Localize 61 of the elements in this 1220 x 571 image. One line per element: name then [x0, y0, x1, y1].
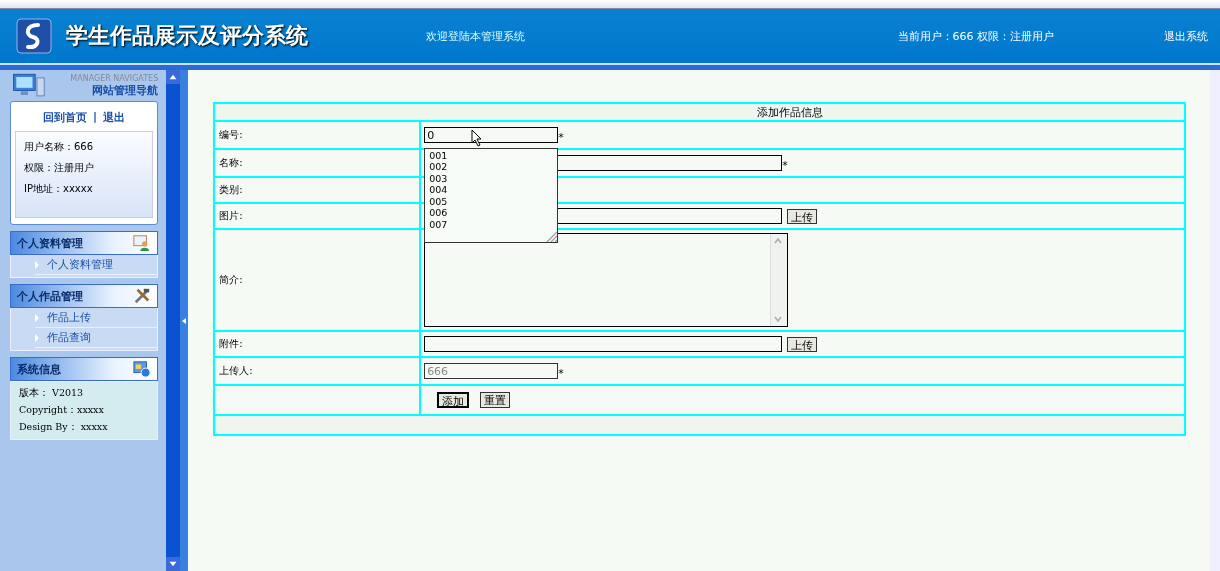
system-info-line: Copyright：xxxxx: [19, 403, 105, 417]
section-title: 个人作品管理: [17, 288, 83, 304]
required-mark: *: [558, 366, 564, 380]
logo-icon: [16, 18, 52, 54]
field-label: 上传人:: [214, 357, 421, 385]
field-label: 附件:: [214, 331, 421, 357]
tools-icon: [133, 287, 152, 305]
mouse-cursor-icon: [471, 128, 484, 147]
field-label: 类别:: [214, 177, 421, 203]
field-label: 图片:: [214, 203, 421, 229]
computer-icon: [10, 71, 46, 100]
autocomplete-option[interactable]: 001: [429, 149, 554, 162]
system-title: 学生作品展示及评分系统: [66, 22, 309, 50]
home-link[interactable]: 回到首页: [43, 110, 88, 125]
sidebar-scrollbar[interactable]: [166, 70, 181, 571]
collapse-arrow-icon[interactable]: [182, 317, 187, 324]
form-cell[interactable]: [420, 177, 1186, 203]
user-info-line: IP地址：xxxxx: [24, 182, 94, 196]
section-header[interactable]: 个人资料管理: [10, 231, 159, 255]
exit-link[interactable]: 退出: [103, 110, 126, 125]
user-info-line: 用户名称：666: [24, 140, 95, 154]
upload-button[interactable]: 上传: [787, 208, 818, 224]
required-mark: *: [558, 130, 564, 144]
autocomplete-option[interactable]: 002: [429, 161, 554, 173]
upload-button[interactable]: 上传: [787, 336, 818, 352]
text-field[interactable]: 0: [424, 127, 559, 143]
link-separator: |: [93, 110, 98, 125]
system-info-line: Design By： xxxxx: [19, 420, 109, 434]
section-header[interactable]: 个人作品管理: [10, 284, 159, 308]
field-label: 简介:: [214, 229, 421, 331]
sidebar-menu-item[interactable]: 作品上传: [35, 308, 158, 328]
autocomplete-option[interactable]: 006: [429, 207, 554, 220]
collapse-bar[interactable]: [180, 70, 189, 571]
user-info-line: 权限：注册用户: [24, 161, 95, 175]
scroll-down-icon[interactable]: [166, 557, 181, 571]
info-window-icon: [133, 360, 152, 378]
page-scrollbar[interactable]: [1210, 70, 1220, 571]
nav-title: 网站管理导航: [92, 82, 159, 98]
form-title: 添加作品信息: [214, 103, 1186, 121]
current-user-text: 当前用户：666 权限：注册用户: [897, 28, 1054, 44]
form-cell[interactable]: [420, 229, 1186, 331]
sidebar-menu-item[interactable]: 作品查询: [35, 328, 158, 348]
form-cell[interactable]: 上传: [420, 331, 1186, 357]
required-mark: *: [782, 158, 788, 172]
file-path-field[interactable]: [424, 336, 783, 352]
autocomplete-option[interactable]: 007: [429, 219, 554, 231]
field-label: 编号:: [214, 121, 421, 149]
description-textarea[interactable]: [424, 233, 789, 327]
section-title: 个人资料管理: [17, 235, 83, 251]
welcome-text: 欢迎登陆本管理系统: [426, 28, 525, 44]
logout-link[interactable]: 退出系统: [1164, 28, 1208, 44]
resize-grip-icon[interactable]: [545, 229, 558, 242]
autocomplete-option[interactable]: 004: [429, 184, 554, 196]
section-title: 系统信息: [17, 361, 61, 377]
form-button[interactable]: 添加: [437, 392, 470, 408]
system-info-line: 版本： V2013: [19, 386, 85, 400]
nav-subtitle: MANAGER NAVIGATES: [70, 73, 159, 83]
scroll-up-icon[interactable]: [166, 70, 181, 84]
person-card-icon: [133, 234, 152, 252]
field-label: 名称:: [214, 149, 421, 177]
form-button[interactable]: 重置: [480, 392, 511, 408]
